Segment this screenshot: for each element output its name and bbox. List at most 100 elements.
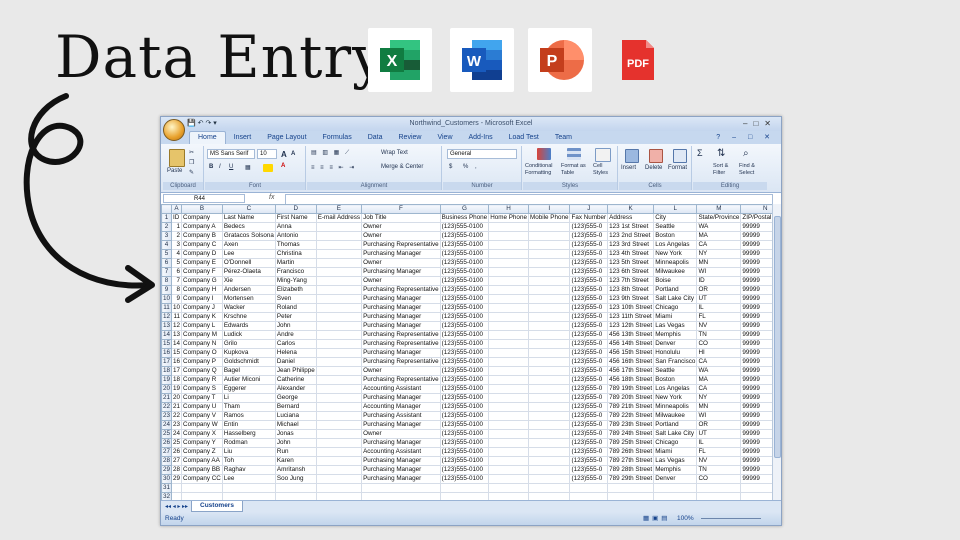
- table-cell[interactable]: Helena: [274, 348, 317, 358]
- table-cell[interactable]: (123)555-0100: [439, 339, 490, 349]
- row-header[interactable]: 9: [161, 285, 173, 295]
- table-cell[interactable]: Entin: [221, 420, 276, 430]
- table-cell[interactable]: [315, 465, 363, 475]
- row-header[interactable]: 4: [161, 240, 173, 250]
- table-cell[interactable]: [527, 258, 571, 268]
- table-cell[interactable]: 456 17th Street: [607, 366, 655, 376]
- header-cell[interactable]: Company: [181, 213, 223, 223]
- table-cell[interactable]: [315, 231, 363, 241]
- table-cell[interactable]: 10: [171, 303, 183, 313]
- row-header[interactable]: 15: [161, 339, 173, 349]
- table-cell[interactable]: (123)555-0100: [439, 285, 490, 295]
- table-cell[interactable]: O'Donnell: [221, 258, 276, 268]
- table-cell[interactable]: WA: [696, 222, 742, 232]
- table-cell[interactable]: [488, 384, 529, 394]
- paste-button[interactable]: Paste: [167, 168, 182, 174]
- table-cell[interactable]: Rodman: [221, 438, 276, 448]
- table-cell[interactable]: Company K: [181, 312, 223, 322]
- table-cell[interactable]: [315, 429, 363, 439]
- table-cell[interactable]: Wacker: [221, 303, 276, 313]
- header-cell[interactable]: State/Province: [696, 213, 742, 223]
- table-cell[interactable]: [527, 240, 571, 250]
- table-cell[interactable]: (123)555-0: [569, 348, 609, 358]
- table-cell[interactable]: Company W: [181, 420, 223, 430]
- wrap-text-button[interactable]: Wrap Text: [381, 150, 408, 156]
- table-cell[interactable]: Portland: [653, 285, 698, 295]
- table-cell[interactable]: Lee: [221, 474, 276, 484]
- table-cell[interactable]: Boston: [653, 231, 698, 241]
- tab-home[interactable]: Home: [189, 131, 226, 145]
- table-cell[interactable]: 99999: [740, 303, 773, 313]
- row-header[interactable]: 3: [161, 231, 173, 241]
- table-cell[interactable]: [315, 321, 363, 331]
- table-cell[interactable]: MA: [696, 375, 742, 385]
- table-cell[interactable]: Milwaukee: [653, 411, 698, 421]
- table-cell[interactable]: Peter: [274, 312, 317, 322]
- table-cell[interactable]: Jonas: [274, 429, 317, 439]
- copy-icon[interactable]: ❐: [189, 159, 194, 166]
- table-cell[interactable]: [488, 447, 529, 457]
- table-cell[interactable]: (123)555-0100: [439, 438, 490, 448]
- table-cell[interactable]: (123)555-0: [569, 312, 609, 322]
- table-cell[interactable]: (123)555-0: [569, 429, 609, 439]
- table-cell[interactable]: 27: [171, 456, 183, 466]
- table-cell[interactable]: [527, 438, 571, 448]
- table-cell[interactable]: Autier Miconi: [221, 375, 276, 385]
- table-cell[interactable]: Owner: [361, 366, 441, 376]
- zoom-slider[interactable]: [701, 518, 761, 519]
- table-cell[interactable]: (123)555-0: [569, 375, 609, 385]
- table-cell[interactable]: ID: [696, 276, 742, 286]
- number-format-select[interactable]: General: [447, 149, 517, 159]
- table-cell[interactable]: [607, 492, 655, 500]
- table-cell[interactable]: 99999: [740, 465, 773, 475]
- row-header[interactable]: 27: [161, 447, 173, 457]
- table-cell[interactable]: [527, 384, 571, 394]
- table-cell[interactable]: Denver: [653, 339, 698, 349]
- table-cell[interactable]: Memphis: [653, 465, 698, 475]
- table-cell[interactable]: [315, 492, 363, 500]
- table-cell[interactable]: John: [274, 438, 317, 448]
- table-cell[interactable]: (123)555-0100: [439, 249, 490, 259]
- row-header[interactable]: 31: [161, 483, 173, 493]
- header-cell[interactable]: Business Phone: [439, 213, 490, 223]
- table-cell[interactable]: 99999: [740, 267, 773, 277]
- row-header[interactable]: 16: [161, 348, 173, 358]
- table-cell[interactable]: San Francisco: [653, 357, 698, 367]
- table-cell[interactable]: [527, 474, 571, 484]
- table-cell[interactable]: Purchasing Manager: [361, 474, 441, 484]
- table-cell[interactable]: Hasselberg: [221, 429, 276, 439]
- find-select-icon[interactable]: ⌕: [743, 148, 749, 159]
- table-cell[interactable]: [315, 375, 363, 385]
- row-header[interactable]: 26: [161, 438, 173, 448]
- table-cell[interactable]: 17: [171, 366, 183, 376]
- row-header[interactable]: 19: [161, 375, 173, 385]
- table-cell[interactable]: 16: [171, 357, 183, 367]
- table-cell[interactable]: [569, 483, 609, 493]
- percent-button[interactable]: %: [463, 164, 468, 170]
- table-cell[interactable]: [527, 303, 571, 313]
- table-cell[interactable]: Miami: [653, 447, 698, 457]
- table-cell[interactable]: Owner: [361, 222, 441, 232]
- table-cell[interactable]: [527, 312, 571, 322]
- table-cell[interactable]: Karen: [274, 456, 317, 466]
- font-size-select[interactable]: 10: [257, 149, 277, 159]
- table-cell[interactable]: [315, 285, 363, 295]
- table-cell[interactable]: (123)555-0100: [439, 276, 490, 286]
- table-cell[interactable]: (123)555-0100: [439, 294, 490, 304]
- table-cell[interactable]: Company P: [181, 357, 223, 367]
- table-cell[interactable]: [740, 483, 773, 493]
- row-header[interactable]: 13: [161, 321, 173, 331]
- table-cell[interactable]: Company B: [181, 231, 223, 241]
- table-cell[interactable]: Accounting Assistant: [361, 447, 441, 457]
- row-header[interactable]: 6: [161, 258, 173, 268]
- table-cell[interactable]: [527, 402, 571, 412]
- table-cell[interactable]: Ludick: [221, 330, 276, 340]
- table-cell[interactable]: [221, 483, 276, 493]
- table-cell[interactable]: 7: [171, 276, 183, 286]
- table-cell[interactable]: Axen: [221, 240, 276, 250]
- table-cell[interactable]: 789 27th Street: [607, 456, 655, 466]
- table-cell[interactable]: Raghav: [221, 465, 276, 475]
- table-cell[interactable]: 20: [171, 393, 183, 403]
- table-cell[interactable]: 99999: [740, 375, 773, 385]
- table-cell[interactable]: 23: [171, 420, 183, 430]
